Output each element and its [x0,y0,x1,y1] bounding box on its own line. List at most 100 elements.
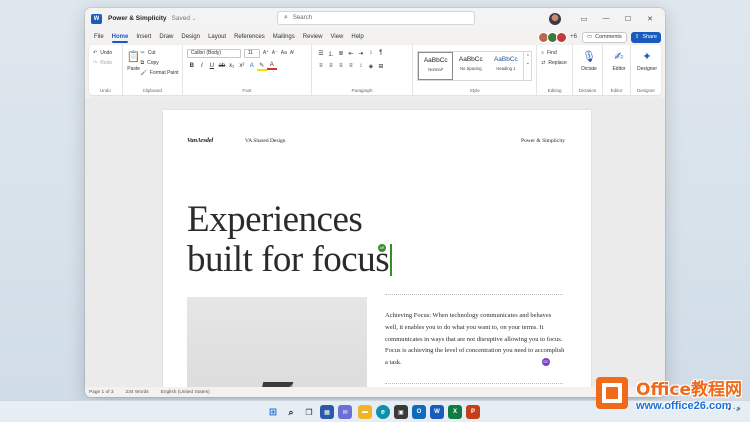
search-icon[interactable]: ⌕ [284,405,298,419]
show-marks-icon[interactable]: ¶ [376,50,386,56]
tab-draw[interactable]: Draw [155,34,177,43]
styles-scroll-icon[interactable]: ⌃ ⌄ [523,52,531,80]
group-label: Paragraph [351,88,373,93]
word-icon[interactable]: W [430,405,444,419]
font-color-icon[interactable]: A [266,62,277,70]
find-button[interactable]: ⌕ Find [541,48,568,58]
maximize-icon[interactable]: ☐ [617,15,639,23]
designer-button[interactable]: ✦ Designer [635,48,659,72]
microphone-icon: 🎙 [582,51,596,63]
page-count[interactable]: Page 1 of 3 [89,390,114,395]
replace-button[interactable]: ⇄ Replace [541,58,568,68]
brand-logo-text: VanArsdel [187,137,214,144]
page-headline[interactable]: Experiences built for focus [187,200,392,280]
outlook-icon[interactable]: O [412,405,426,419]
subscript-icon[interactable]: x₂ [227,63,237,69]
excel-icon[interactable]: X [448,405,462,419]
cut-button[interactable]: ✂ Cut [141,48,179,58]
case-icon[interactable]: Aa [281,50,287,56]
increase-indent-icon[interactable]: ⇥ [356,50,366,57]
tab-help[interactable]: Help [347,34,367,43]
highlight-icon[interactable]: ✎ [256,62,267,71]
undo-button[interactable]: ↶ Undo [93,48,118,58]
close-icon[interactable]: ✕ [639,15,661,23]
bullets-icon[interactable]: ☰ [316,50,326,57]
store-icon[interactable]: ▣ [394,405,408,419]
align-left-icon[interactable]: ≡ [316,63,326,69]
task-view-icon[interactable]: ❐ [302,405,316,419]
chat-icon[interactable]: ✉ [338,405,352,419]
tab-review[interactable]: Review [299,34,327,43]
font-name-dropdown[interactable]: Calibri (Body) [186,48,241,58]
edge-icon[interactable]: e [376,405,390,419]
shrink-font-icon[interactable]: A⁻ [272,50,278,56]
style-heading-1[interactable]: AaBbCc Heading 1 [488,52,523,80]
tab-design[interactable]: Design [177,34,204,43]
underline-icon[interactable]: U [207,63,217,69]
building-photo[interactable] [187,297,367,387]
style-sample: AaBbCc [458,56,483,63]
save-status[interactable]: Saved [172,15,190,22]
coauthor-avatar[interactable] [556,31,568,43]
justify-icon[interactable]: ≡ [346,63,356,69]
tab-layout[interactable]: Layout [204,34,230,43]
widgets-icon[interactable]: ▦ [320,405,334,419]
clear-format-icon[interactable]: A̸ [290,50,293,56]
numbering-icon[interactable]: ⒈ [326,49,336,58]
powerpoint-icon[interactable]: P [466,405,480,419]
search-icon: ⌕ [541,50,545,56]
editor-button[interactable]: ✍ Editor [607,48,631,72]
coauthor-presence-flag[interactable]: AR [378,244,386,252]
share-button[interactable]: ⇪ Share [630,31,661,43]
sort-icon[interactable]: ↕ [366,50,376,56]
font-size-dropdown[interactable]: 11 [243,48,260,58]
shading-icon[interactable]: ◈ [366,63,376,70]
feedback-icon[interactable]: ▭ [573,15,595,23]
style-normal[interactable]: AaBbCc Normal* [418,52,454,80]
dictate-button[interactable]: 🎙 Dictate [577,48,601,72]
comments-button[interactable]: ▭ Comments [581,31,627,43]
tab-view[interactable]: View [326,34,347,43]
borders-icon[interactable]: ⊞ [376,63,386,70]
scissors-icon: ✂ [140,50,145,56]
format-painter-button[interactable]: 🖌 Format Paint [141,68,179,78]
tab-home[interactable]: Home [108,34,133,43]
search-box[interactable]: ⌕ Search [277,11,475,25]
copy-button[interactable]: ⧉ Copy [141,58,179,68]
strikethrough-icon[interactable]: ab [217,63,227,69]
align-right-icon[interactable]: ≡ [336,63,346,69]
document-title[interactable]: Power & Simplicity [108,15,167,22]
language-indicator[interactable]: English (United States) [161,390,210,395]
document-page[interactable]: VanArsdel VA Shared Design Power & Simpl… [163,110,591,387]
chevron-down-icon[interactable]: ⌄ [192,16,196,22]
superscript-icon[interactable]: x² [237,63,247,69]
comment-icon: ▭ [586,34,593,40]
tab-file[interactable]: File [90,34,108,43]
decrease-indent-icon[interactable]: ⇤ [346,50,356,57]
tab-references[interactable]: References [230,34,269,43]
body-paragraph[interactable]: Achieving Focus: When technology communi… [385,310,565,369]
editing-group: ⌕ Find ⇄ Replace Editing [537,45,573,95]
tab-mailings[interactable]: Mailings [269,34,299,43]
word-count[interactable]: 234 Words [126,390,149,395]
redo-button[interactable]: ↷ Redo [93,58,118,68]
account-avatar[interactable] [549,12,561,25]
file-explorer-icon[interactable]: ▬ [358,405,372,419]
tab-insert[interactable]: Insert [132,34,155,43]
windows-start-icon[interactable]: ⊞ [266,405,280,419]
multilevel-list-icon[interactable]: ≣ [336,50,346,57]
minimize-icon[interactable]: — [595,15,617,22]
divider [385,383,563,384]
align-center-icon[interactable]: ≡ [326,63,336,69]
line-spacing-icon[interactable]: ↕ [356,63,366,69]
coauthor-count[interactable]: +6 [570,34,577,40]
title-bar: W Power & Simplicity Saved ⌄ ⌕ Search ▭ … [85,8,665,29]
coauthor-presence-flag[interactable]: DC [542,358,550,366]
document-canvas[interactable]: VanArsdel VA Shared Design Power & Simpl… [85,98,665,387]
bold-icon[interactable]: B [187,63,197,69]
dictate-label: Dictate [581,66,597,72]
grow-font-icon[interactable]: A⁺ [263,50,269,56]
text-effects-icon[interactable]: A [247,63,257,69]
style-no-spacing[interactable]: AaBbCc No Spacing [453,52,488,80]
italic-icon[interactable]: I [197,63,207,69]
